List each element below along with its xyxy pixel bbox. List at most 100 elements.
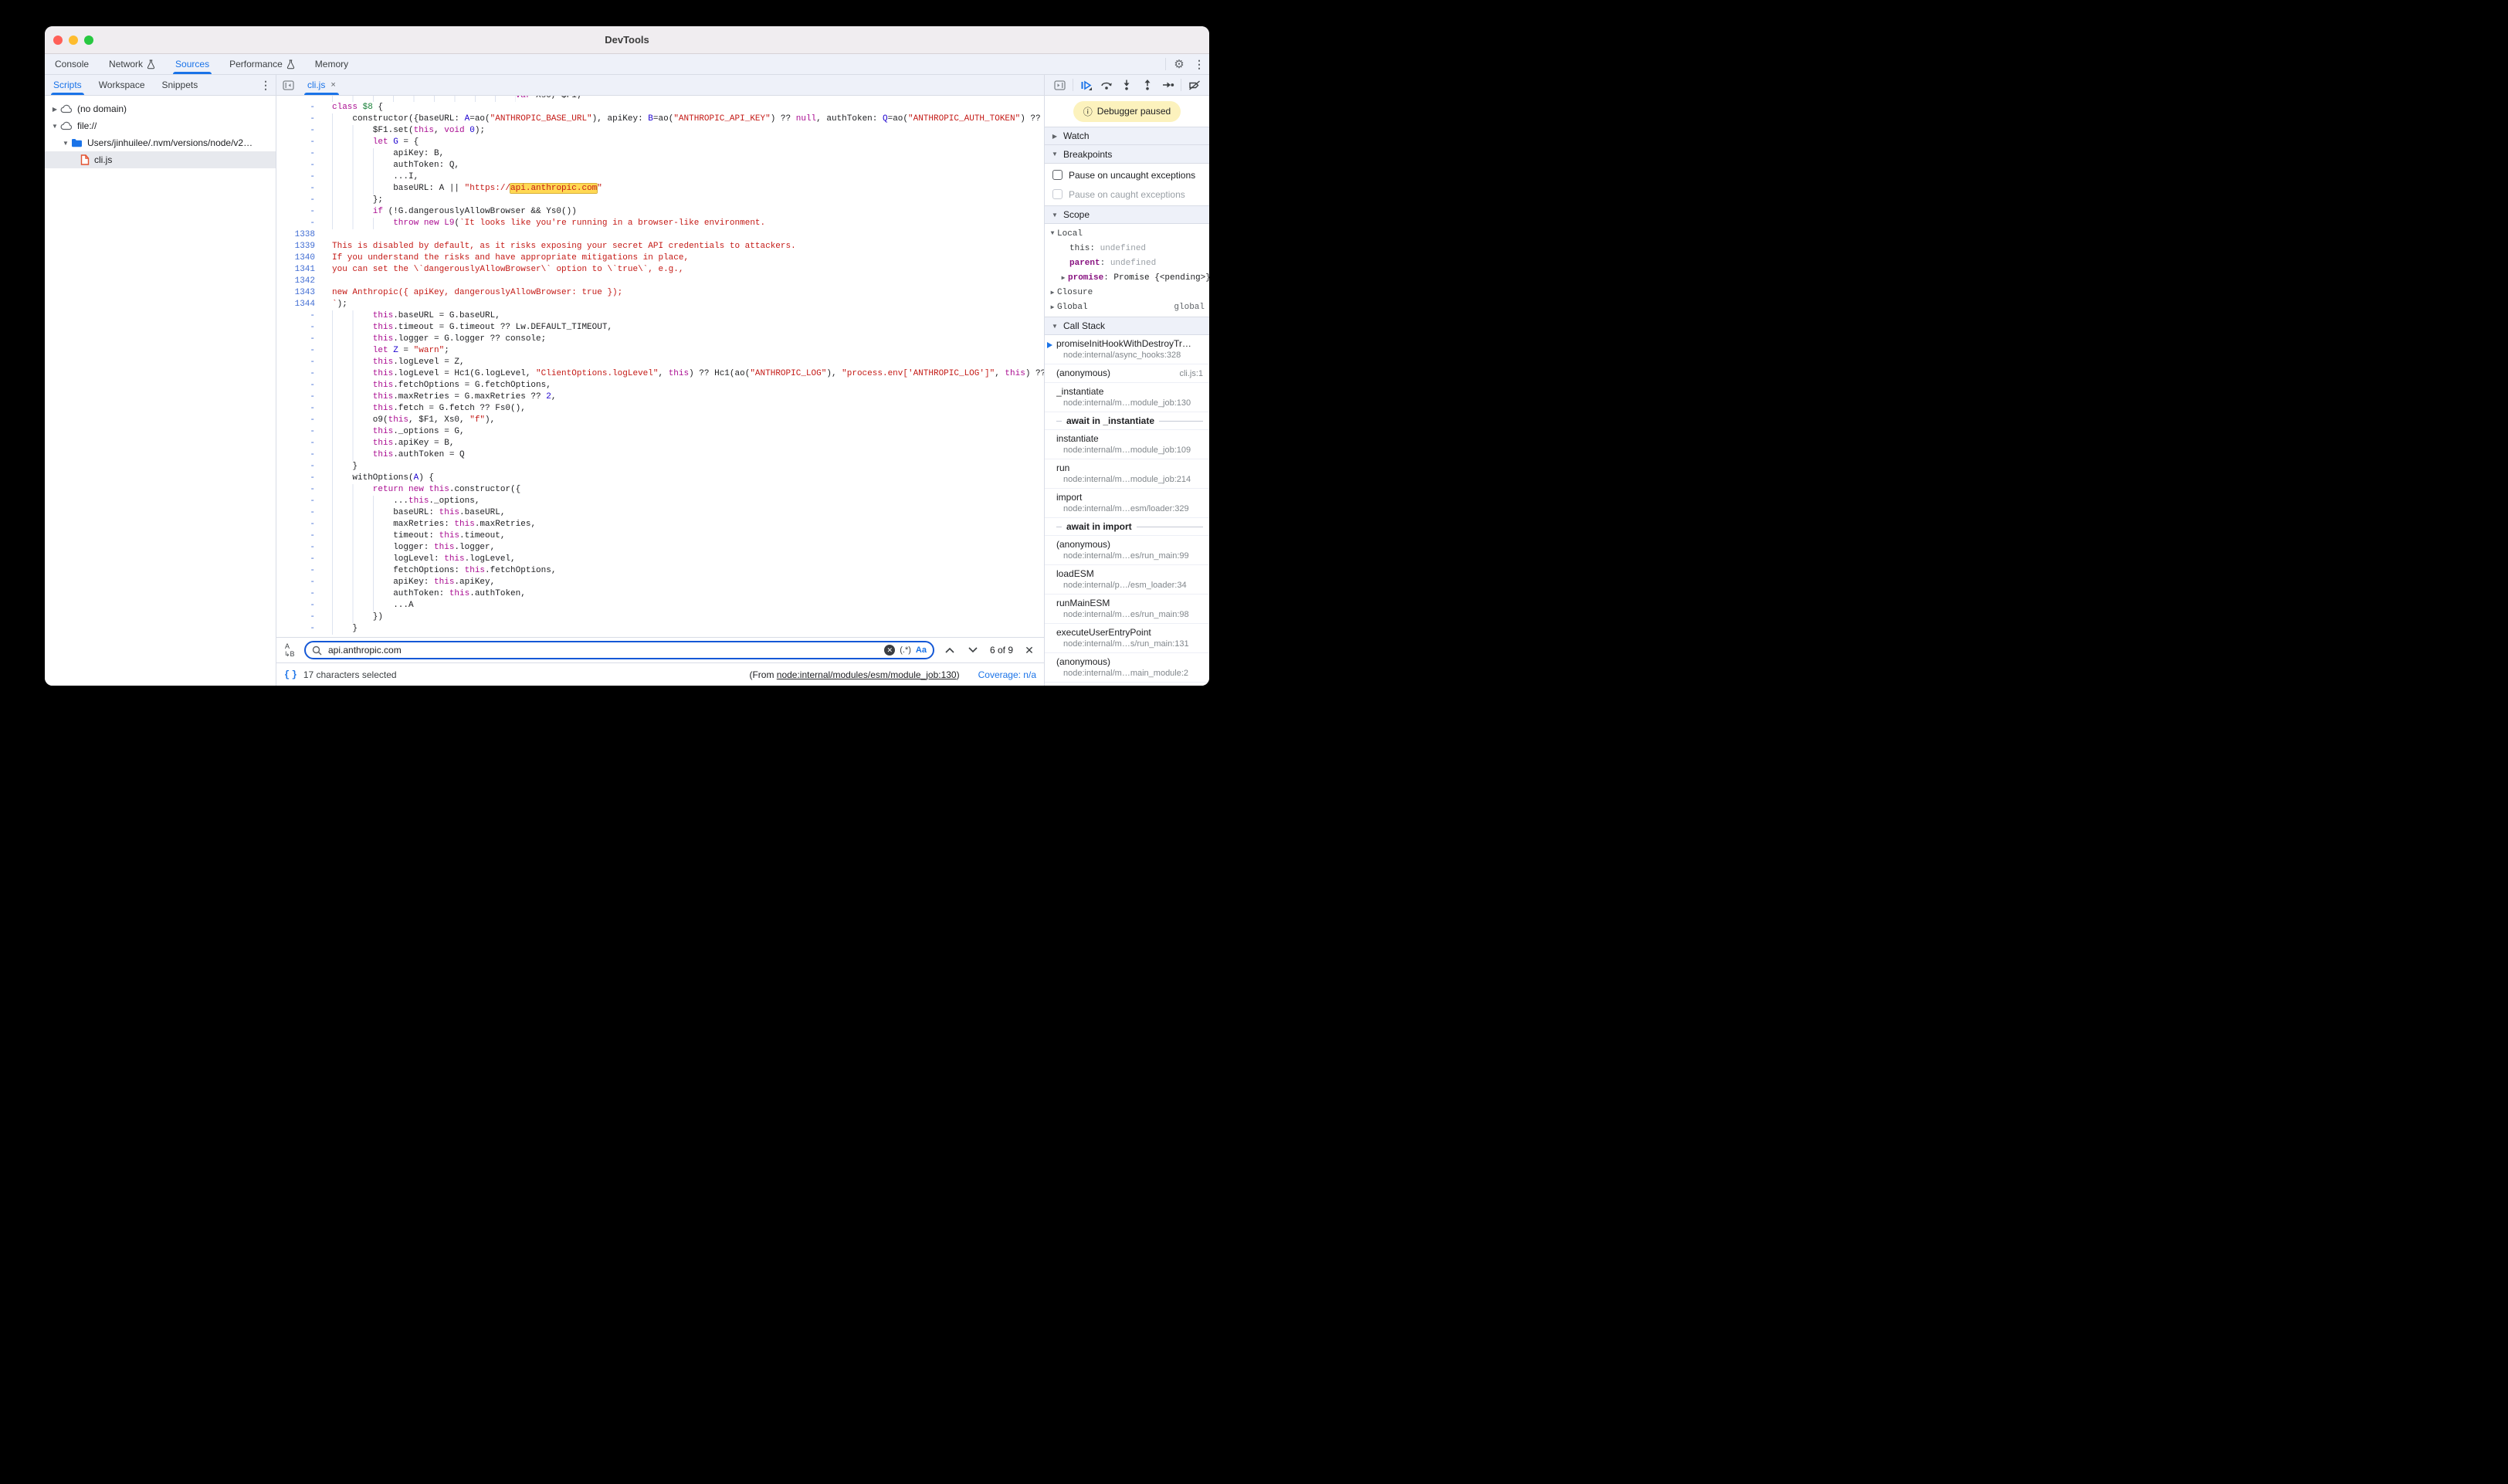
section-scope[interactable]: ▼ Scope: [1045, 205, 1209, 224]
tree-item-file-scheme[interactable]: ▼ file://: [45, 117, 276, 134]
line-gutter[interactable]: -: [276, 195, 320, 206]
code-line[interactable]: -let G = {: [276, 137, 1044, 148]
scope-var-this[interactable]: this: undefined: [1045, 241, 1209, 256]
line-gutter[interactable]: -: [276, 461, 320, 473]
pretty-print-icon[interactable]: { }: [284, 669, 297, 680]
line-gutter[interactable]: -: [276, 218, 320, 229]
scope-var-parent[interactable]: parent: undefined: [1045, 256, 1209, 270]
line-gutter[interactable]: -: [276, 114, 320, 125]
pause-caught-checkbox[interactable]: [1052, 189, 1063, 199]
call-stack-frame[interactable]: executeUserEntryPointnode:internal/m…s/r…: [1045, 624, 1209, 653]
close-find-icon[interactable]: ✕: [1022, 644, 1036, 657]
code-line[interactable]: -this.maxRetries = G.maxRetries ?? 2,: [276, 391, 1044, 403]
tree-item-cli-js[interactable]: cli.js: [45, 151, 276, 168]
line-gutter[interactable]: -: [276, 577, 320, 588]
step-out-icon[interactable]: [1137, 75, 1158, 96]
line-gutter[interactable]: 1339: [276, 241, 320, 252]
source-origin-link[interactable]: node:internal/modules/esm/module_job:130: [777, 669, 957, 680]
code-line[interactable]: -baseURL: A || "https://api.anthropic.co…: [276, 183, 1044, 195]
code-line[interactable]: -this.fetchOptions = G.fetchOptions,: [276, 380, 1044, 391]
code-line[interactable]: -this.fetch = G.fetch ?? Fs0(),: [276, 403, 1044, 415]
line-gutter[interactable]: -: [276, 542, 320, 554]
line-gutter[interactable]: 1340: [276, 252, 320, 264]
code-line[interactable]: -this.apiKey = B,: [276, 438, 1044, 449]
line-gutter[interactable]: -: [276, 403, 320, 415]
code-line[interactable]: -constructor({baseURL: A=ao("ANTHROPIC_B…: [276, 114, 1044, 125]
code-line[interactable]: -if (!G.dangerouslyAllowBrowser && Ys0()…: [276, 206, 1044, 218]
code-line[interactable]: -class $8 {: [276, 102, 1044, 114]
code-line[interactable]: -o9(this, $F1, Xs0, "f"),: [276, 415, 1044, 426]
code-line[interactable]: -$F1.set(this, void 0);: [276, 125, 1044, 137]
line-gutter[interactable]: -: [276, 334, 320, 345]
code-line[interactable]: -}: [276, 623, 1044, 635]
match-case-toggle[interactable]: Aa: [916, 645, 927, 655]
line-gutter[interactable]: -: [276, 438, 320, 449]
scope-local[interactable]: ▼ Local: [1045, 226, 1209, 241]
call-stack-frame[interactable]: promiseInitHookWithDestroyTr…node:intern…: [1045, 335, 1209, 364]
call-stack-frame[interactable]: loadESMnode:internal/p…/esm_loader:34: [1045, 565, 1209, 595]
code-line[interactable]: 1338: [276, 229, 1044, 241]
code-line[interactable]: 1344`);: [276, 299, 1044, 310]
code-line[interactable]: -fetchOptions: this.fetchOptions,: [276, 565, 1044, 577]
line-gutter[interactable]: -: [276, 357, 320, 368]
line-gutter[interactable]: -: [276, 473, 320, 484]
line-gutter[interactable]: -: [276, 368, 320, 380]
scope-var-promise[interactable]: ▶ promise: Promise {<pending>}: [1045, 270, 1209, 285]
line-gutter[interactable]: -: [276, 137, 320, 148]
code-line[interactable]: -logLevel: this.logLevel,: [276, 554, 1044, 565]
line-gutter[interactable]: -: [276, 554, 320, 565]
code-line[interactable]: -this.logLevel = Hc1(G.logLevel, "Client…: [276, 368, 1044, 380]
chevron-down-icon[interactable]: ▼: [60, 140, 71, 147]
chevron-right-icon[interactable]: ▶: [49, 106, 60, 113]
pause-caught-row[interactable]: Pause on caught exceptions: [1045, 185, 1209, 204]
code-line[interactable]: -...I,: [276, 171, 1044, 183]
code-line[interactable]: -withOptions(A) {: [276, 473, 1044, 484]
chevron-right-icon[interactable]: ▶: [1059, 274, 1068, 282]
line-gutter[interactable]: 1344: [276, 299, 320, 310]
line-gutter[interactable]: -: [276, 496, 320, 507]
step-over-icon[interactable]: [1096, 75, 1117, 96]
line-gutter[interactable]: 1341: [276, 264, 320, 276]
line-gutter[interactable]: 1342: [276, 276, 320, 287]
deactivate-breakpoints-icon[interactable]: [1184, 75, 1205, 96]
section-breakpoints[interactable]: ▼ Breakpoints: [1045, 145, 1209, 164]
more-options-icon[interactable]: ⋮: [1189, 54, 1209, 74]
code-line[interactable]: 1342: [276, 276, 1044, 287]
tab-performance[interactable]: Performance: [219, 54, 305, 74]
line-gutter[interactable]: -: [276, 623, 320, 635]
toggle-navigator-icon[interactable]: [276, 75, 300, 95]
code-line[interactable]: -this.baseURL = G.baseURL,: [276, 310, 1044, 322]
call-stack-frame[interactable]: _instantiatenode:internal/m…module_job:1…: [1045, 383, 1209, 412]
chevron-down-icon[interactable]: ▼: [49, 123, 60, 130]
tree-item-no-domain[interactable]: ▶ (no domain): [45, 100, 276, 117]
line-gutter[interactable]: -: [276, 519, 320, 530]
tree-item-folder[interactable]: ▼ Users/jinhuilee/.nvm/versions/node/v2…: [45, 134, 276, 151]
tab-memory[interactable]: Memory: [305, 54, 358, 74]
code-line[interactable]: -throw new L9(`It looks like you're runn…: [276, 218, 1044, 229]
line-gutter[interactable]: -: [276, 612, 320, 623]
code-line[interactable]: 1340If you understand the risks and have…: [276, 252, 1044, 264]
code-line[interactable]: 1341you can set the \`dangerouslyAllowBr…: [276, 264, 1044, 276]
code-line[interactable]: -var Xs0, $F1;: [276, 96, 1044, 102]
code-line[interactable]: -return new this.constructor({: [276, 484, 1044, 496]
section-watch[interactable]: ▶ Watch: [1045, 127, 1209, 145]
pause-uncaught-row[interactable]: Pause on uncaught exceptions: [1045, 165, 1209, 185]
code-line[interactable]: -apiKey: B,: [276, 148, 1044, 160]
call-stack-frame[interactable]: (anonymous)node:internal/m…main_module:2: [1045, 653, 1209, 683]
code-line[interactable]: -this.timeout = G.timeout ?? Lw.DEFAULT_…: [276, 322, 1044, 334]
line-gutter[interactable]: -: [276, 310, 320, 322]
line-gutter[interactable]: -: [276, 449, 320, 461]
line-gutter[interactable]: -: [276, 380, 320, 391]
code-line[interactable]: 1343new Anthropic({ apiKey, dangerouslyA…: [276, 287, 1044, 299]
replace-toggle-icon[interactable]: A↳B: [284, 642, 297, 658]
line-gutter[interactable]: -: [276, 415, 320, 426]
code-line[interactable]: -timeout: this.timeout,: [276, 530, 1044, 542]
section-call-stack[interactable]: ▼ Call Stack: [1045, 317, 1209, 335]
next-match-icon[interactable]: [965, 647, 981, 653]
code-line[interactable]: -this.logLevel = Z,: [276, 357, 1044, 368]
scope-closure[interactable]: ▶ Closure: [1045, 285, 1209, 300]
code-line[interactable]: -maxRetries: this.maxRetries,: [276, 519, 1044, 530]
code-line[interactable]: -apiKey: this.apiKey,: [276, 577, 1044, 588]
line-gutter[interactable]: -: [276, 183, 320, 195]
line-gutter[interactable]: -: [276, 507, 320, 519]
